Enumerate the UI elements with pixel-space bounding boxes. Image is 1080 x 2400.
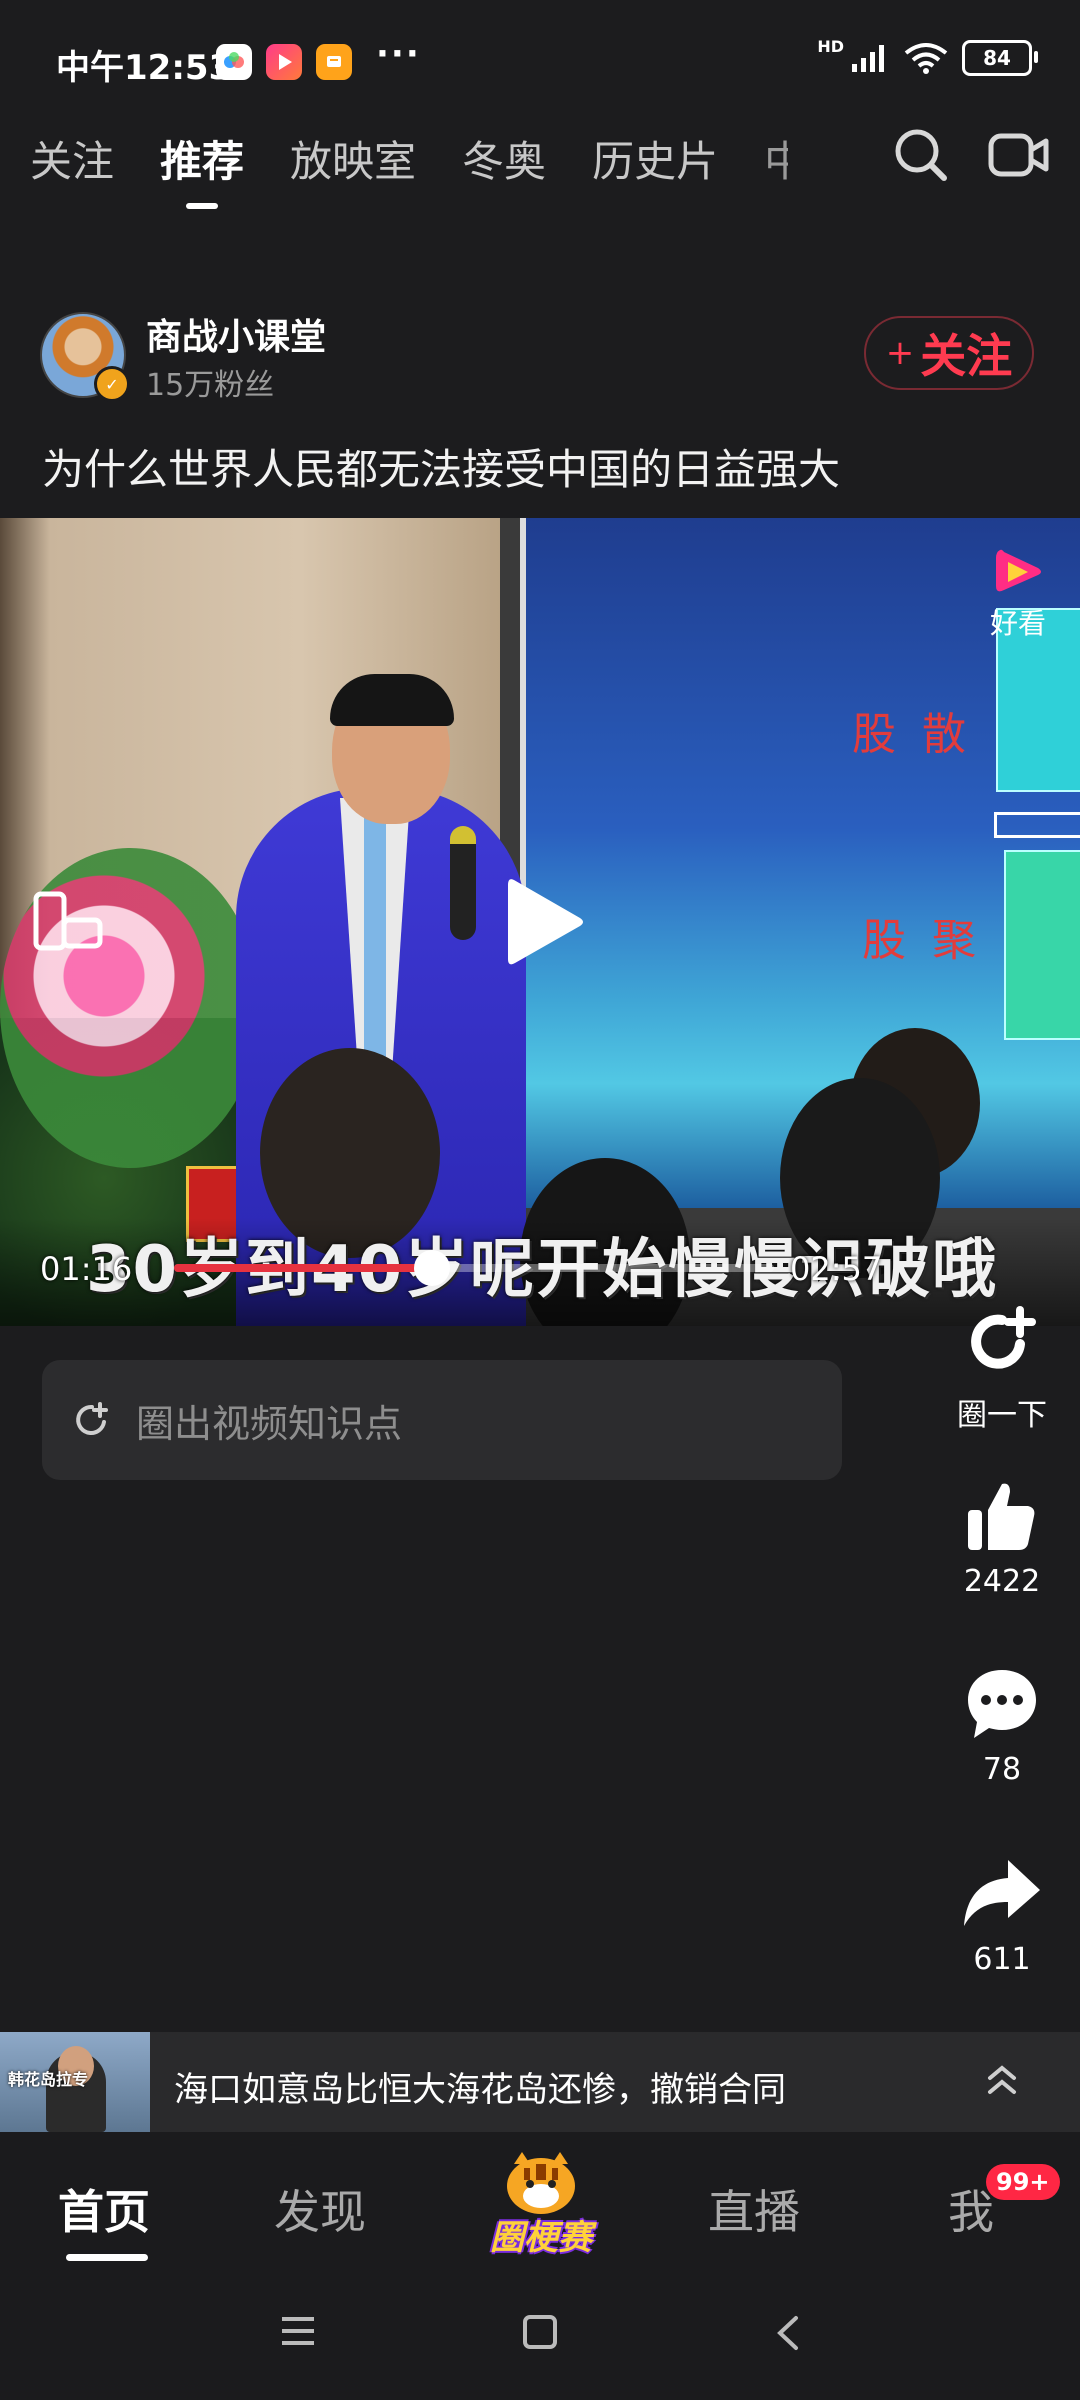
nav-home[interactable]: 首页 <box>58 2176 150 2242</box>
plus-icon: + <box>885 333 915 373</box>
follow-label: 关注 <box>920 329 1013 383</box>
video-scene-microphone <box>450 826 476 940</box>
status-app-icons <box>216 44 352 80</box>
circle-action-button[interactable]: 圈一下 <box>940 1300 1064 1434</box>
notification-badge: 99+ <box>986 2164 1060 2200</box>
thumbs-up-icon <box>968 1483 1035 1550</box>
back-icon[interactable] <box>774 2314 802 2356</box>
author-fans-count: 15万粉丝 <box>146 368 275 403</box>
chevron-double-up-icon[interactable] <box>982 2060 1022 2104</box>
tab-following[interactable]: 关注 <box>30 128 114 189</box>
status-right-group: HD 84 <box>817 36 1038 76</box>
follow-button[interactable]: + 关注 <box>864 316 1034 390</box>
verified-badge-icon: ✓ <box>94 366 130 402</box>
search-icon[interactable] <box>892 126 950 188</box>
play-icon[interactable] <box>500 872 590 976</box>
share-arrow-icon <box>964 1860 1040 1926</box>
haokan-label: 好看 <box>990 607 1047 640</box>
nav-center-event-button[interactable]: 圈梗赛 <box>482 2150 600 2258</box>
slide-text: 股 散 <box>852 709 972 760</box>
tab-cinema[interactable]: 放映室 <box>290 128 416 189</box>
status-more: ··· <box>376 34 421 74</box>
like-button[interactable]: 2422 <box>940 1478 1064 1599</box>
circle-refresh-icon <box>76 1402 108 1435</box>
total-time: 02:57 <box>790 1250 883 1288</box>
knowledge-placeholder: 圈出视频知识点 <box>136 1401 403 1446</box>
comment-button[interactable]: 78 <box>940 1666 1064 1787</box>
slide-text: 股 聚 <box>862 915 982 966</box>
video-scene-slide-box <box>1004 850 1080 1040</box>
wifi-icon <box>904 43 948 74</box>
video-scene-speaker-hair <box>330 674 454 726</box>
tab-recommended[interactable]: 推荐 <box>160 128 244 209</box>
author-name[interactable]: 商战小课堂 <box>146 308 326 360</box>
baidu-netdisk-icon <box>216 44 252 80</box>
nav-discover[interactable]: 发现 <box>274 2176 366 2242</box>
video-scene-speaker-tie <box>364 818 386 1058</box>
news-thumbnail[interactable]: 韩花岛拉专 <box>0 2032 150 2132</box>
like-count: 2422 <box>963 1564 1041 1599</box>
nav-center-label: 圈梗赛 <box>490 2218 592 2258</box>
current-time: 01:16 <box>40 1250 133 1288</box>
news-thumbnail-caption: 韩花岛拉专 <box>8 2070 89 2089</box>
hd-label: HD <box>817 36 844 56</box>
video-scene-slide-arrow <box>994 812 1080 838</box>
tab-winter-olympics[interactable]: 冬奥 <box>462 128 546 189</box>
video-camera-icon[interactable] <box>988 130 1050 184</box>
video-title[interactable]: 为什么世界人民都无法接受中国的日益强大 <box>42 436 840 497</box>
menu-icon[interactable] <box>278 2314 318 2352</box>
progress-fill <box>174 1264 432 1272</box>
share-button[interactable]: 611 <box>940 1856 1064 1977</box>
knowledge-point-bar[interactable]: 圈出视频知识点 <box>42 1360 842 1480</box>
status-time: 中午12:53 <box>56 48 233 88</box>
news-headline[interactable]: 海口如意岛比恒大海花岛还惨，撤销合同 <box>174 2062 786 2111</box>
message-app-icon <box>316 44 352 80</box>
haokan-watermark: 好看 <box>990 544 1046 642</box>
fullscreen-rotate-icon[interactable] <box>30 888 106 962</box>
signal-icon <box>852 45 884 72</box>
nav-live[interactable]: 直播 <box>708 2176 800 2242</box>
nav-active-indicator <box>66 2254 148 2261</box>
circle-plus-icon <box>971 1306 1036 1369</box>
circle-label: 圈一下 <box>957 1398 1047 1433</box>
tab-partial[interactable]: 中 <box>764 128 788 189</box>
video-app-icon <box>266 44 302 80</box>
battery-indicator: 84 <box>962 40 1038 76</box>
comment-icon <box>968 1670 1036 1738</box>
haokan-logo-icon <box>996 549 1041 592</box>
tab-history-films[interactable]: 历史片 <box>592 128 718 189</box>
share-count: 611 <box>973 1942 1031 1977</box>
comment-count: 78 <box>982 1752 1022 1787</box>
progress-knob[interactable] <box>414 1250 450 1286</box>
top-tab-bar: 关注 推荐 放映室 冬奥 历史片 中 <box>30 128 788 209</box>
home-square-icon[interactable] <box>522 2314 558 2354</box>
